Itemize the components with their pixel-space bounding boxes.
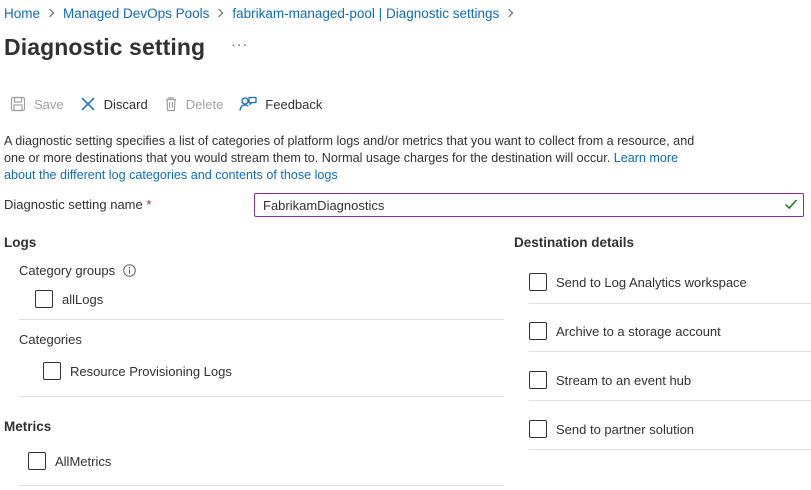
logs-heading: Logs bbox=[4, 235, 37, 250]
category-groups-label: Category groups bbox=[19, 263, 136, 278]
checkbox-box[interactable] bbox=[28, 452, 46, 470]
checkbox-partner-solution[interactable]: Send to partner solution bbox=[529, 420, 694, 438]
setting-name-input[interactable] bbox=[254, 193, 804, 217]
required-indicator: * bbox=[146, 197, 152, 212]
checkbox-label: Send to Log Analytics workspace bbox=[556, 274, 747, 290]
categories-label: Categories bbox=[19, 332, 82, 347]
save-button-label: Save bbox=[34, 96, 64, 112]
checkbox-label: allLogs bbox=[62, 291, 104, 307]
divider bbox=[529, 400, 811, 401]
checkbox-box[interactable] bbox=[529, 420, 547, 438]
checkbox-box[interactable] bbox=[529, 273, 547, 291]
chevron-right-icon bbox=[505, 8, 514, 18]
checkbox-resource-provisioning-logs[interactable]: Resource Provisioning Logs bbox=[43, 362, 232, 380]
feedback-icon bbox=[239, 96, 257, 111]
discard-button-label: Discard bbox=[103, 96, 148, 112]
description-text: A diagnostic setting specifies a list of… bbox=[4, 134, 695, 165]
divider bbox=[19, 396, 504, 397]
save-icon bbox=[10, 96, 26, 112]
close-icon bbox=[81, 97, 95, 111]
delete-button[interactable]: Delete bbox=[164, 96, 224, 112]
metrics-heading: Metrics bbox=[4, 419, 52, 434]
more-options-button[interactable]: ··· bbox=[231, 36, 248, 52]
checkbox-label: Resource Provisioning Logs bbox=[70, 363, 232, 379]
breadcrumb: Home Managed DevOps Pools fabrikam-manag… bbox=[4, 4, 522, 22]
checkbox-alllogs[interactable]: allLogs bbox=[35, 290, 103, 308]
chevron-right-icon bbox=[215, 8, 224, 18]
checkbox-allmetrics[interactable]: AllMetrics bbox=[28, 452, 111, 470]
feedback-button[interactable]: Feedback bbox=[239, 96, 322, 112]
checkbox-label: Archive to a storage account bbox=[556, 323, 721, 339]
trash-icon bbox=[165, 97, 176, 112]
checkbox-label: AllMetrics bbox=[55, 453, 112, 469]
feedback-button-label: Feedback bbox=[265, 96, 323, 112]
divider bbox=[529, 449, 811, 450]
breadcrumb-home[interactable]: Home bbox=[4, 6, 40, 21]
setting-name-label-text: Diagnostic setting name bbox=[4, 197, 143, 212]
divider bbox=[19, 319, 504, 320]
checkbox-box[interactable] bbox=[529, 371, 547, 389]
checkbox-event-hub[interactable]: Stream to an event hub bbox=[529, 371, 691, 389]
checkbox-box[interactable] bbox=[43, 362, 61, 380]
checkbox-box[interactable] bbox=[529, 322, 547, 340]
info-icon[interactable] bbox=[123, 264, 136, 277]
delete-button-label: Delete bbox=[185, 96, 224, 112]
setting-name-label: Diagnostic setting name * bbox=[4, 197, 151, 212]
divider bbox=[529, 351, 811, 352]
checkmark-icon bbox=[784, 199, 798, 210]
checkbox-label: Send to partner solution bbox=[556, 421, 695, 437]
title-row: Diagnostic setting ··· bbox=[4, 30, 248, 64]
divider bbox=[19, 485, 504, 486]
checkbox-label: Stream to an event hub bbox=[556, 372, 692, 388]
checkbox-log-analytics[interactable]: Send to Log Analytics workspace bbox=[529, 273, 747, 291]
discard-button[interactable]: Discard bbox=[80, 96, 148, 112]
description: A diagnostic setting specifies a list of… bbox=[4, 133, 704, 184]
save-button[interactable]: Save bbox=[10, 96, 64, 112]
breadcrumb-managed-devops-pools[interactable]: Managed DevOps Pools bbox=[63, 6, 209, 21]
divider bbox=[529, 303, 811, 304]
category-groups-label-text: Category groups bbox=[19, 263, 116, 278]
checkbox-storage-account[interactable]: Archive to a storage account bbox=[529, 322, 721, 340]
breadcrumb-diagnostic-settings[interactable]: fabrikam-managed-pool | Diagnostic setti… bbox=[232, 6, 499, 21]
command-bar: Save Discard Delete Feedback bbox=[10, 93, 338, 115]
destination-heading: Destination details bbox=[514, 235, 635, 250]
page-title: Diagnostic setting bbox=[4, 33, 206, 60]
checkbox-box[interactable] bbox=[35, 290, 53, 308]
chevron-right-icon bbox=[45, 8, 55, 18]
